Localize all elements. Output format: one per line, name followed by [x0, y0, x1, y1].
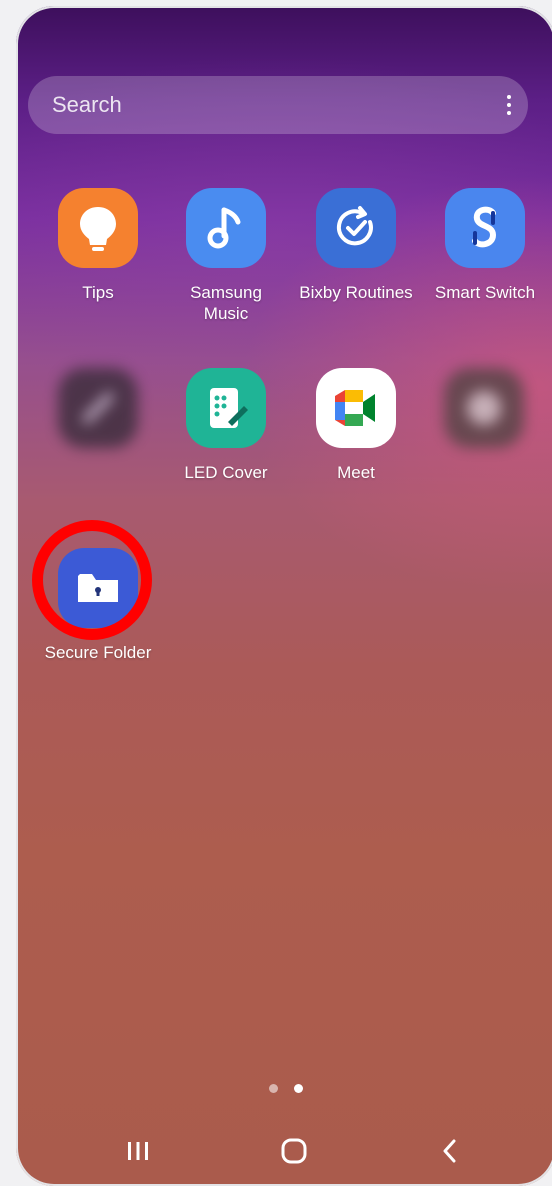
more-vert-icon[interactable] — [504, 95, 514, 115]
page-dot[interactable] — [269, 1084, 278, 1093]
app-smart-switch[interactable]: Smart Switch — [420, 188, 550, 303]
search-placeholder: Search — [52, 92, 122, 117]
navigation-bar — [16, 1126, 552, 1176]
app-samsung-music[interactable]: Samsung Music — [162, 188, 290, 324]
app-label: Meet — [337, 463, 375, 482]
page-dot-active[interactable] — [294, 1084, 303, 1093]
routine-check-icon — [316, 188, 396, 268]
app-label: Samsung Music — [190, 283, 262, 323]
google-meet-icon — [316, 368, 396, 448]
app-tips[interactable]: Tips — [34, 188, 162, 303]
app-drawer-screen: Search Tips Samsung Music Bixby Routines… — [16, 6, 552, 1186]
secure-folder-icon — [58, 548, 138, 628]
recents-icon[interactable] — [118, 1136, 158, 1166]
page-indicator — [16, 1084, 552, 1093]
blurred-app-icon — [58, 368, 138, 448]
app-blurred[interactable] — [34, 368, 162, 462]
smart-switch-icon — [445, 188, 525, 268]
blurred-app-icon — [444, 368, 524, 448]
music-note-icon — [186, 188, 266, 268]
app-meet[interactable]: Meet — [292, 368, 420, 483]
back-icon[interactable] — [430, 1136, 470, 1166]
lightbulb-icon — [58, 188, 138, 268]
app-led-cover[interactable]: LED Cover — [162, 368, 290, 483]
app-label: Bixby Routines — [299, 283, 413, 302]
app-blurred[interactable] — [420, 368, 548, 462]
home-icon[interactable] — [274, 1136, 314, 1166]
app-bixby-routines[interactable]: Bixby Routines — [292, 188, 420, 303]
led-cover-icon — [186, 368, 266, 448]
app-secure-folder[interactable]: Secure Folder — [34, 548, 162, 663]
app-label: Smart Switch — [434, 283, 536, 302]
search-bar[interactable]: Search — [28, 76, 528, 134]
app-label: LED Cover — [184, 463, 268, 482]
app-label: Secure Folder — [44, 643, 152, 662]
app-label: Tips — [82, 283, 114, 302]
